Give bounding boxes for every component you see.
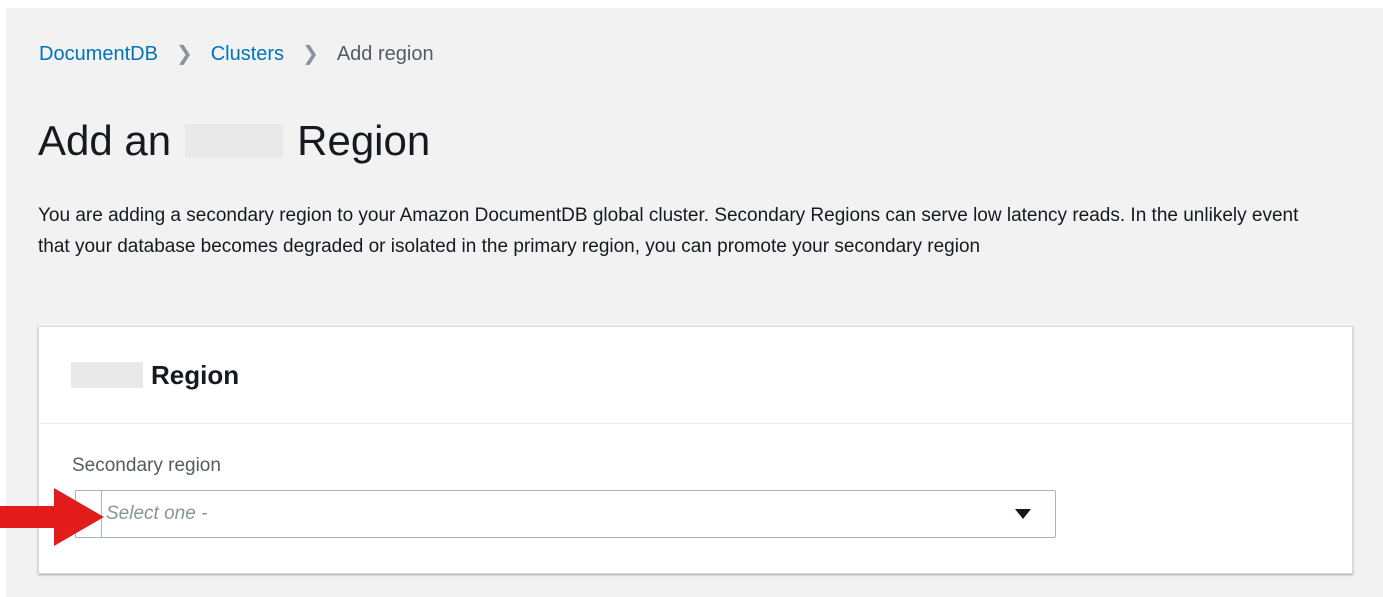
select-placeholder: Select one - xyxy=(106,503,208,524)
page-description: You are adding a secondary region to you… xyxy=(38,205,1299,257)
redacted-text xyxy=(185,124,284,158)
panel-title: Region xyxy=(151,359,240,390)
caret-down-icon[interactable] xyxy=(1015,509,1031,519)
chevron-right-icon: ❯ xyxy=(302,43,319,65)
red-arrow-icon xyxy=(0,488,104,546)
secondary-region-select[interactable]: Select one - xyxy=(101,490,1056,538)
redacted-text xyxy=(71,362,143,388)
panel-header: Region xyxy=(39,327,1352,424)
region-panel: Region Secondary region Select one - xyxy=(38,326,1353,574)
page-background: DocumentDB ❯ Clusters ❯ Add region Add a… xyxy=(6,8,1383,597)
chevron-right-icon: ❯ xyxy=(175,43,193,65)
breadcrumb-clusters-link[interactable]: Clusters xyxy=(211,41,284,67)
breadcrumb-current: Add region xyxy=(336,43,434,65)
page-title: Add an Region xyxy=(38,115,430,167)
breadcrumb: DocumentDB ❯ Clusters ❯ Add region xyxy=(39,41,434,67)
breadcrumb-documentdb-link[interactable]: DocumentDB xyxy=(39,41,158,67)
page-title-prefix: Add an xyxy=(38,117,172,164)
secondary-region-label: Secondary region xyxy=(72,455,221,476)
page-title-suffix: Region xyxy=(297,117,431,164)
